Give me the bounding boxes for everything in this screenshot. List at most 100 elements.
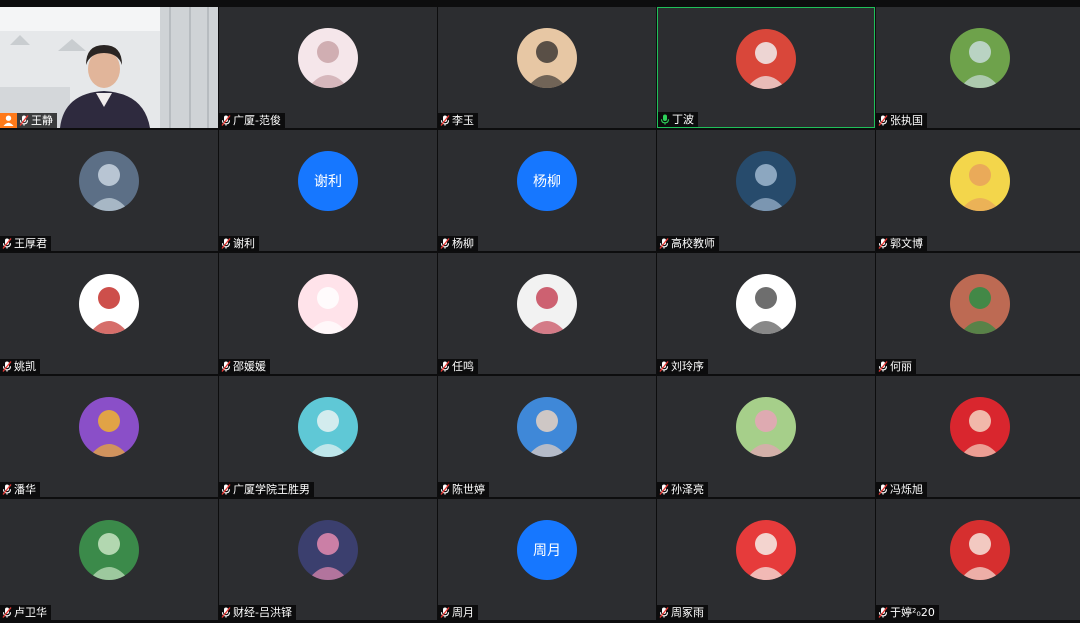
participant-tile[interactable]: 王厚君 bbox=[0, 130, 218, 251]
avatar bbox=[736, 520, 796, 580]
participant-name: 广厦-范俊 bbox=[233, 114, 281, 127]
participant-name-bar: 任鸣 bbox=[438, 359, 478, 374]
microphone-muted-icon bbox=[440, 361, 450, 372]
participant-name: 郭文博 bbox=[890, 237, 923, 250]
participant-tile[interactable]: 广厦-范俊 bbox=[219, 7, 437, 128]
avatar bbox=[517, 274, 577, 334]
avatar bbox=[79, 151, 139, 211]
microphone-muted-icon bbox=[2, 361, 12, 372]
avatar bbox=[79, 397, 139, 457]
microphone-muted-icon bbox=[2, 238, 12, 249]
microphone-muted-icon bbox=[221, 607, 231, 618]
avatar bbox=[950, 397, 1010, 457]
participant-name-bar: 于婷²₀20 bbox=[876, 605, 939, 620]
participant-name: 周月 bbox=[452, 606, 474, 619]
participant-tile[interactable]: 冯烁旭 bbox=[876, 376, 1080, 497]
participant-tile[interactable]: 刘玲序 bbox=[657, 253, 875, 374]
avatar bbox=[736, 397, 796, 457]
microphone-muted-icon bbox=[878, 484, 888, 495]
participant-tile[interactable]: 周月 周月 bbox=[438, 499, 656, 620]
participant-name-bar: 财经-吕洪铎 bbox=[219, 605, 296, 620]
participant-tile[interactable]: 陈世婷 bbox=[438, 376, 656, 497]
avatar bbox=[517, 28, 577, 88]
avatar bbox=[298, 520, 358, 580]
avatar bbox=[298, 274, 358, 334]
participant-tile[interactable]: 高校教师 bbox=[657, 130, 875, 251]
participant-tile[interactable]: 张执国 bbox=[876, 7, 1080, 128]
microphone-muted-icon bbox=[440, 607, 450, 618]
participant-name-bar: 周冢雨 bbox=[657, 605, 708, 620]
participant-tile[interactable]: 丁波 bbox=[657, 7, 875, 128]
participant-tile[interactable]: 财经-吕洪铎 bbox=[219, 499, 437, 620]
microphone-muted-icon bbox=[659, 607, 669, 618]
participant-name: 李玉 bbox=[452, 114, 474, 127]
participant-name: 卢卫华 bbox=[14, 606, 47, 619]
participant-tile[interactable]: 何丽 bbox=[876, 253, 1080, 374]
participant-tile[interactable]: 邵媛媛 bbox=[219, 253, 437, 374]
participant-name-bar: 王静 bbox=[0, 113, 57, 128]
participant-name: 刘玲序 bbox=[671, 360, 704, 373]
host-icon bbox=[0, 113, 17, 128]
participant-tile[interactable]: 谢利 谢利 bbox=[219, 130, 437, 251]
avatar bbox=[79, 274, 139, 334]
avatar bbox=[950, 151, 1010, 211]
participant-name: 杨柳 bbox=[452, 237, 474, 250]
participant-tile[interactable]: 孙泽亮 bbox=[657, 376, 875, 497]
participant-tile[interactable]: 周冢雨 bbox=[657, 499, 875, 620]
avatar bbox=[298, 28, 358, 88]
participant-name: 张执国 bbox=[890, 114, 923, 127]
avatar bbox=[736, 29, 796, 89]
microphone-muted-icon bbox=[659, 361, 669, 372]
microphone-muted-icon bbox=[440, 238, 450, 249]
participant-name: 邵媛媛 bbox=[233, 360, 266, 373]
microphone-muted-icon bbox=[878, 115, 888, 126]
participant-name-bar: 邵媛媛 bbox=[219, 359, 270, 374]
participant-name: 财经-吕洪铎 bbox=[233, 606, 292, 619]
avatar bbox=[736, 151, 796, 211]
microphone-active-icon bbox=[660, 114, 670, 125]
microphone-muted-icon bbox=[878, 361, 888, 372]
participant-name: 冯烁旭 bbox=[890, 483, 923, 496]
participant-tile[interactable]: 王静 bbox=[0, 7, 218, 128]
microphone-muted-icon bbox=[659, 238, 669, 249]
participant-grid: 王静 广厦-范俊 李玉 丁波 张执国 王厚君 谢利 谢利 杨柳 杨柳 高校教师 郭文博 姚凯 邵媛媛 任鸣刘… bbox=[0, 7, 1080, 620]
participant-name: 陈世婷 bbox=[452, 483, 485, 496]
participant-name-bar: 冯烁旭 bbox=[876, 482, 927, 497]
participant-name: 于婷²₀20 bbox=[890, 606, 935, 619]
microphone-muted-icon bbox=[2, 607, 12, 618]
participant-tile[interactable]: 潘华 bbox=[0, 376, 218, 497]
participant-tile[interactable]: 郭文博 bbox=[876, 130, 1080, 251]
participant-name-bar: 周月 bbox=[438, 605, 478, 620]
avatar: 周月 bbox=[517, 520, 577, 580]
participant-tile[interactable]: 广厦学院王胜男 bbox=[219, 376, 437, 497]
participant-tile[interactable]: 李玉 bbox=[438, 7, 656, 128]
avatar bbox=[517, 397, 577, 457]
participant-name: 丁波 bbox=[672, 113, 694, 126]
participant-name: 姚凯 bbox=[14, 360, 36, 373]
participant-tile[interactable]: 杨柳 杨柳 bbox=[438, 130, 656, 251]
participant-name: 何丽 bbox=[890, 360, 912, 373]
participant-name-bar: 丁波 bbox=[658, 112, 698, 127]
participant-name: 高校教师 bbox=[671, 237, 715, 250]
participant-tile[interactable]: 任鸣 bbox=[438, 253, 656, 374]
microphone-muted-icon bbox=[2, 484, 12, 495]
participant-name-bar: 王厚君 bbox=[0, 236, 51, 251]
microphone-muted-icon bbox=[878, 238, 888, 249]
participant-name: 广厦学院王胜男 bbox=[233, 483, 310, 496]
avatar bbox=[950, 28, 1010, 88]
microphone-muted-icon bbox=[221, 238, 231, 249]
participant-name-bar: 广厦学院王胜男 bbox=[219, 482, 314, 497]
participant-name: 谢利 bbox=[233, 237, 255, 250]
participant-name-bar: 李玉 bbox=[438, 113, 478, 128]
participant-tile[interactable]: 于婷²₀20 bbox=[876, 499, 1080, 620]
participant-name: 任鸣 bbox=[452, 360, 474, 373]
avatar: 谢利 bbox=[298, 151, 358, 211]
participant-name-bar: 孙泽亮 bbox=[657, 482, 708, 497]
participant-name: 王静 bbox=[31, 114, 53, 127]
participant-name-bar: 谢利 bbox=[219, 236, 259, 251]
avatar: 杨柳 bbox=[517, 151, 577, 211]
participant-tile[interactable]: 卢卫华 bbox=[0, 499, 218, 620]
participant-tile[interactable]: 姚凯 bbox=[0, 253, 218, 374]
microphone-muted-icon bbox=[221, 361, 231, 372]
microphone-muted-icon bbox=[878, 607, 888, 618]
